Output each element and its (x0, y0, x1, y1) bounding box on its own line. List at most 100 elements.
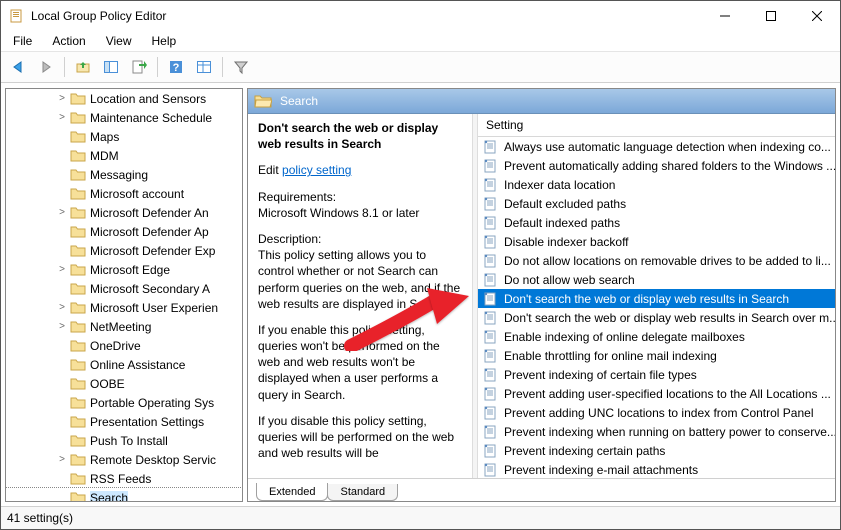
tree-item[interactable]: MDM (6, 146, 242, 165)
folder-icon (70, 282, 86, 296)
tree-item[interactable]: Microsoft account (6, 184, 242, 203)
folder-icon (70, 130, 86, 144)
menu-action[interactable]: Action (42, 32, 95, 50)
setting-row[interactable]: Default indexed paths (478, 213, 835, 232)
expander-icon[interactable]: > (54, 302, 70, 313)
show-hide-tree-button[interactable] (98, 54, 124, 80)
tree-item[interactable]: Push To Install (6, 431, 242, 450)
folder-icon (70, 301, 86, 315)
view-tabs: Extended Standard (248, 478, 835, 501)
setting-row[interactable]: Indexer data location (478, 175, 835, 194)
tree-item[interactable]: >NetMeeting (6, 317, 242, 336)
content-body: >Location and Sensors>Maintenance Schedu… (1, 83, 840, 506)
description-p1: This policy setting allows you to contro… (258, 247, 462, 312)
tree-item-label: Messaging (90, 168, 148, 182)
tree-item[interactable]: RSS Feeds (6, 469, 242, 488)
menu-view[interactable]: View (96, 32, 142, 50)
edit-policy-link[interactable]: policy setting (282, 163, 351, 177)
setting-row[interactable]: Prevent indexing certain paths (478, 441, 835, 460)
separator (157, 57, 158, 77)
setting-row[interactable]: Prevent indexing when running on battery… (478, 422, 835, 441)
tree-item-label: Online Assistance (90, 358, 185, 372)
setting-row[interactable]: Enable indexing of online delegate mailb… (478, 327, 835, 346)
tree-item[interactable]: > Microsoft Defender An (6, 203, 242, 222)
setting-row[interactable]: Prevent indexing of certain file types (478, 365, 835, 384)
tree-item[interactable]: >Remote Desktop Servic (6, 450, 242, 469)
window: Local Group Policy Editor File Action Vi… (0, 0, 841, 530)
tree-item[interactable]: Online Assistance (6, 355, 242, 374)
setting-row[interactable]: Prevent indexing e-mail attachments (478, 460, 835, 478)
folder-icon (70, 263, 86, 277)
tree-item[interactable]: Maps (6, 127, 242, 146)
tree-item-label: OneDrive (90, 339, 141, 353)
tree-item[interactable]: >Maintenance Schedule (6, 108, 242, 127)
tree-item-label: RSS Feeds (90, 472, 151, 486)
tree-item-label: Microsoft Defender An (90, 206, 209, 220)
tree-item-label: OOBE (90, 377, 125, 391)
setting-label: Default indexed paths (504, 216, 620, 230)
setting-label: Enable throttling for online mail indexi… (504, 349, 717, 363)
setting-row[interactable]: Prevent automatically adding shared fold… (478, 156, 835, 175)
close-button[interactable] (794, 1, 840, 31)
folder-icon (70, 244, 86, 258)
tree-item-label: Microsoft User Experien (90, 301, 218, 315)
tree-item[interactable]: OneDrive (6, 336, 242, 355)
tree-item-label: MDM (90, 149, 119, 163)
tree-item[interactable]: Portable Operating Sys (6, 393, 242, 412)
forward-button[interactable] (33, 54, 59, 80)
minimize-button[interactable] (702, 1, 748, 31)
expander-icon[interactable]: > (54, 321, 70, 332)
setting-row[interactable]: Don't search the web or display web resu… (478, 289, 835, 308)
expander-icon[interactable]: > (54, 454, 70, 465)
edit-policy-line: Edit policy setting (258, 162, 462, 178)
tree-item[interactable]: >Location and Sensors (6, 89, 242, 108)
expander-icon[interactable]: > (54, 207, 70, 218)
setting-row[interactable]: Prevent adding user-specified locations … (478, 384, 835, 403)
tree-item-label: Microsoft Defender Ap (90, 225, 209, 239)
statusbar: 41 setting(s) (1, 506, 840, 529)
tab-extended[interactable]: Extended (256, 483, 328, 501)
list-body[interactable]: Always use automatic language detection … (478, 137, 835, 478)
folder-icon (70, 225, 86, 239)
expander-icon[interactable]: > (54, 264, 70, 275)
details-header-text: Search (280, 94, 318, 108)
tree-item[interactable]: Messaging (6, 165, 242, 184)
tree-item-label: Microsoft Secondary A (90, 282, 210, 296)
tree-item[interactable]: Search (6, 488, 242, 501)
setting-row[interactable]: Do not allow web search (478, 270, 835, 289)
policy-icon (482, 291, 498, 307)
maximize-button[interactable] (748, 1, 794, 31)
tree-item[interactable]: Microsoft Defender Ap (6, 222, 242, 241)
tree-item[interactable]: Microsoft Defender Exp (6, 241, 242, 260)
export-button[interactable] (126, 54, 152, 80)
list-header-setting[interactable]: Setting (478, 114, 835, 137)
setting-row[interactable]: Default excluded paths (478, 194, 835, 213)
up-folder-button[interactable] (70, 54, 96, 80)
help-button[interactable]: ? (163, 54, 189, 80)
expander-icon[interactable]: > (54, 93, 70, 104)
menu-help[interactable]: Help (142, 32, 187, 50)
expander-icon[interactable]: > (54, 112, 70, 123)
tree-item[interactable]: Presentation Settings (6, 412, 242, 431)
setting-row[interactable]: Prevent adding UNC locations to index fr… (478, 403, 835, 422)
properties-button[interactable] (191, 54, 217, 80)
folder-open-icon (254, 93, 272, 109)
setting-row[interactable]: Disable indexer backoff (478, 232, 835, 251)
filter-button[interactable] (228, 54, 254, 80)
menu-file[interactable]: File (3, 32, 42, 50)
setting-label: Indexer data location (504, 178, 615, 192)
tree-scroll[interactable]: >Location and Sensors>Maintenance Schedu… (6, 89, 242, 501)
tab-standard[interactable]: Standard (327, 484, 398, 501)
setting-label: Prevent indexing of certain file types (504, 368, 697, 382)
setting-row[interactable]: Enable throttling for online mail indexi… (478, 346, 835, 365)
tree-item[interactable]: OOBE (6, 374, 242, 393)
setting-row[interactable]: Do not allow locations on removable driv… (478, 251, 835, 270)
tree-item[interactable]: >Microsoft Edge (6, 260, 242, 279)
back-button[interactable] (5, 54, 31, 80)
tree-item[interactable]: > Microsoft User Experien (6, 298, 242, 317)
setting-row[interactable]: Always use automatic language detection … (478, 137, 835, 156)
description-column: Don't search the web or display web resu… (248, 114, 472, 478)
tree-item[interactable]: Microsoft Secondary A (6, 279, 242, 298)
setting-label: Don't search the web or display web resu… (504, 292, 789, 306)
setting-row[interactable]: Don't search the web or display web resu… (478, 308, 835, 327)
